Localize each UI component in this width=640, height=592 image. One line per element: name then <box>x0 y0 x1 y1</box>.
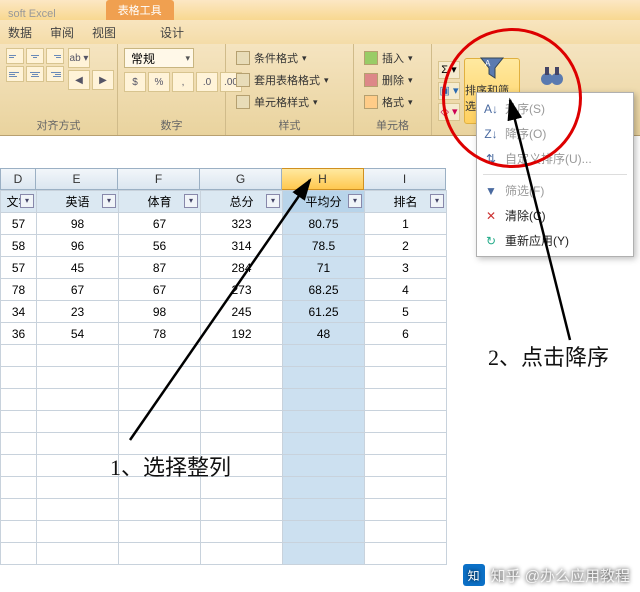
table-row[interactable] <box>1 499 447 521</box>
hdr-I[interactable]: 排名▾ <box>365 191 447 213</box>
title-bar: soft Excel 表格工具 <box>0 0 640 20</box>
col-header-E[interactable]: E <box>36 168 118 190</box>
align-top-left[interactable] <box>6 48 24 64</box>
hdr-D[interactable]: 文学▾ <box>1 191 37 213</box>
format-button[interactable]: 格式 <box>360 92 417 112</box>
group-label-alignment: 对齐方式 <box>6 115 111 133</box>
annotation-2: 2、点击降序 <box>488 340 609 372</box>
cell-styles-button[interactable]: 单元格样式 <box>232 92 333 112</box>
tab-design[interactable]: 设计 <box>160 24 184 41</box>
group-alignment: ab ▾ ◀ ▶ 对齐方式 <box>0 44 118 135</box>
align-right[interactable] <box>46 66 64 82</box>
annotation-1: 1、选择整列 <box>110 450 231 482</box>
group-number: 常规 $ % , .0 .00 数字 <box>118 44 226 135</box>
tab-data[interactable]: 数据 <box>8 24 32 41</box>
alignment-buttons <box>6 48 64 82</box>
cell-style-icon <box>236 95 250 109</box>
col-header-I[interactable]: I <box>364 168 446 190</box>
align-left[interactable] <box>6 66 24 82</box>
hdr-E[interactable]: 英语▾ <box>37 191 119 213</box>
group-cells: 插入 删除 格式 单元格 <box>354 44 432 135</box>
align-top-center[interactable] <box>26 48 44 64</box>
decrease-indent[interactable]: ◀ <box>68 70 90 90</box>
format-icon <box>364 95 378 109</box>
tab-review[interactable]: 审阅 <box>50 24 74 41</box>
zhihu-icon: 知 <box>463 564 485 586</box>
col-header-D[interactable]: D <box>0 168 36 190</box>
annotation-arrow-2 <box>460 90 600 350</box>
app-name: soft Excel <box>8 8 56 20</box>
group-label-styles: 样式 <box>232 115 347 133</box>
filter-arrow-icon[interactable]: ▾ <box>430 194 444 208</box>
table-row[interactable] <box>1 521 447 543</box>
insert-icon <box>364 51 378 65</box>
accounting-format[interactable]: $ <box>124 72 146 92</box>
delete-button[interactable]: 删除 <box>360 70 417 90</box>
orientation-button[interactable]: ab ▾ <box>68 48 90 68</box>
align-center[interactable] <box>26 66 44 82</box>
percent-format[interactable]: % <box>148 72 170 92</box>
group-styles: 条件格式 套用表格格式 单元格样式 样式 <box>226 44 354 135</box>
group-label-number: 数字 <box>124 115 219 133</box>
cond-format-icon <box>236 51 250 65</box>
group-label-cells: 单元格 <box>360 115 425 133</box>
table-format-button[interactable]: 套用表格格式 <box>232 70 333 90</box>
delete-icon <box>364 73 378 87</box>
table-format-icon <box>236 73 250 87</box>
comma-format[interactable]: , <box>172 72 194 92</box>
tab-view[interactable]: 视图 <box>92 24 116 41</box>
number-format-dropdown[interactable]: 常规 <box>124 48 194 68</box>
align-top-right[interactable] <box>46 48 64 64</box>
increase-decimal[interactable]: .0 <box>196 72 218 92</box>
watermark: 知 知乎 @办么应用教程 <box>463 564 630 586</box>
annotation-arrow-1 <box>110 170 330 450</box>
filter-arrow-icon[interactable]: ▾ <box>348 194 362 208</box>
conditional-format-button[interactable]: 条件格式 <box>232 48 333 68</box>
table-row[interactable] <box>1 543 447 565</box>
insert-button[interactable]: 插入 <box>360 48 417 68</box>
contextual-tab[interactable]: 表格工具 <box>106 0 174 20</box>
increase-indent[interactable]: ▶ <box>92 70 114 90</box>
filter-arrow-icon[interactable]: ▾ <box>20 194 34 208</box>
